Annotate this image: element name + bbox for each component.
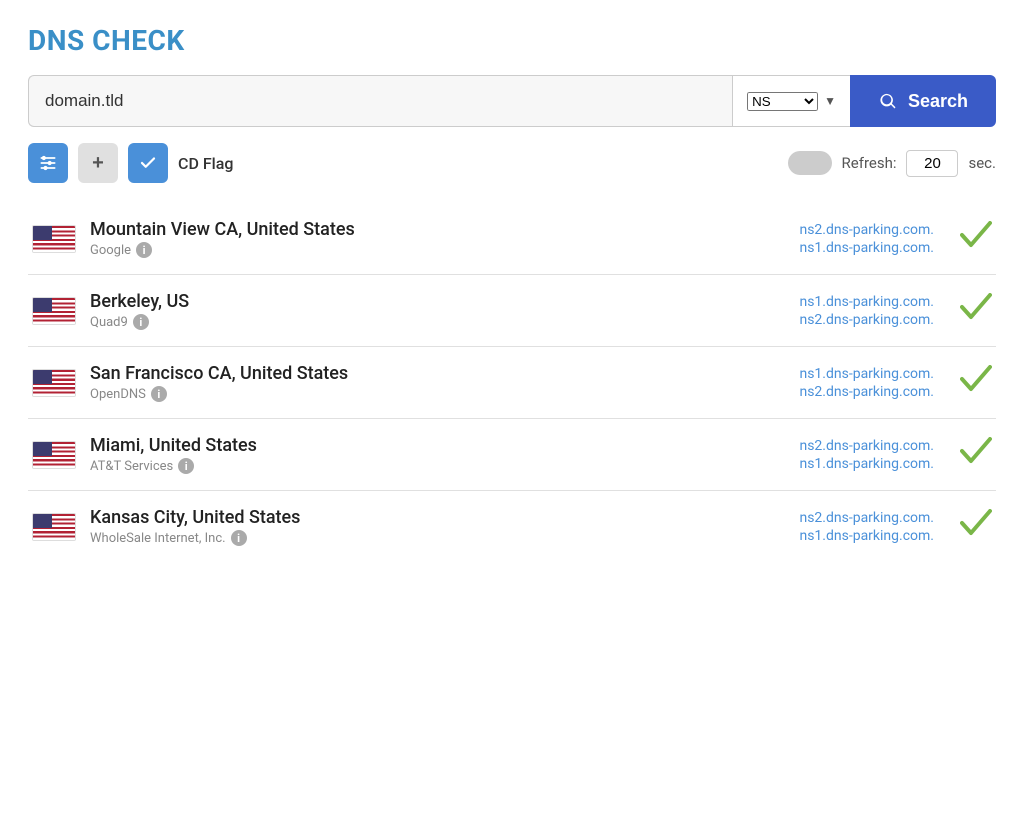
status-check-icon — [960, 365, 992, 400]
provider-name: AT&T Services — [90, 459, 173, 474]
provider-name: Quad9 — [90, 315, 128, 330]
search-icon — [878, 91, 898, 111]
ns-link[interactable]: ns2.dns-parking.com. — [799, 438, 934, 454]
info-icon[interactable]: i — [136, 242, 152, 258]
record-type-select[interactable]: A AAAA NS MX TXT CNAME SOA PTR — [747, 92, 818, 111]
record-type-wrapper: A AAAA NS MX TXT CNAME SOA PTR ▼ — [732, 75, 850, 127]
add-icon: + — [92, 152, 104, 175]
location-info: Miami, United States AT&T Services i — [90, 435, 720, 474]
info-icon[interactable]: i — [231, 530, 247, 546]
location-name: Mountain View CA, United States — [90, 219, 720, 240]
info-icon[interactable]: i — [178, 458, 194, 474]
cd-flag-toggle[interactable] — [128, 143, 168, 183]
add-button[interactable]: + — [78, 143, 118, 183]
domain-input[interactable] — [28, 75, 732, 127]
ns-records: ns1.dns-parking.com. ns2.dns-parking.com. — [734, 294, 934, 328]
info-icon[interactable]: i — [133, 314, 149, 330]
ns-link[interactable]: ns2.dns-parking.com. — [799, 222, 934, 238]
location-name: Kansas City, United States — [90, 507, 720, 528]
ns-link[interactable]: ns2.dns-parking.com. — [799, 312, 934, 328]
refresh-input[interactable] — [906, 150, 958, 177]
sliders-icon — [38, 153, 58, 173]
ns-link[interactable]: ns2.dns-parking.com. — [799, 384, 934, 400]
search-button-label: Search — [908, 91, 968, 112]
ns-records: ns2.dns-parking.com. ns1.dns-parking.com. — [734, 222, 934, 256]
ns-records: ns2.dns-parking.com. ns1.dns-parking.com. — [734, 438, 934, 472]
provider-line: AT&T Services i — [90, 458, 720, 474]
provider-line: Quad9 i — [90, 314, 720, 330]
ns-link[interactable]: ns1.dns-parking.com. — [799, 528, 934, 544]
location-name: San Francisco CA, United States — [90, 363, 720, 384]
provider-name: WholeSale Internet, Inc. — [90, 531, 226, 546]
ns-link[interactable]: ns1.dns-parking.com. — [799, 366, 934, 382]
ns-records: ns1.dns-parking.com. ns2.dns-parking.com. — [734, 366, 934, 400]
refresh-toggle[interactable] — [788, 151, 832, 175]
location-info: San Francisco CA, United States OpenDNS i — [90, 363, 720, 402]
status-check-icon — [960, 509, 992, 544]
ns-link[interactable]: ns1.dns-parking.com. — [799, 456, 934, 472]
ns-link[interactable]: ns2.dns-parking.com. — [799, 510, 934, 526]
provider-line: Googlei — [90, 242, 720, 258]
ns-records: ns2.dns-parking.com. ns1.dns-parking.com. — [734, 510, 934, 544]
us-flag-icon — [32, 513, 76, 541]
us-flag-icon — [32, 441, 76, 469]
location-name: Berkeley, US — [90, 291, 720, 312]
sec-label: sec. — [968, 154, 996, 172]
checkmark-icon — [139, 154, 157, 172]
result-row-2: San Francisco CA, United States OpenDNS i n… — [28, 347, 996, 419]
status-check-icon — [960, 293, 992, 328]
refresh-label: Refresh: — [842, 154, 897, 172]
toolbar: + CD Flag Refresh: sec. — [28, 143, 996, 183]
search-button[interactable]: Search — [850, 75, 996, 127]
chevron-down-icon: ▼ — [824, 94, 836, 108]
results-list: Mountain View CA, United StatesGoogleins… — [28, 203, 996, 562]
status-check-icon — [960, 221, 992, 256]
us-flag-icon — [32, 225, 76, 253]
result-row-0: Mountain View CA, United States Googlei ns… — [28, 203, 996, 275]
location-info: Mountain View CA, United States Googlei — [90, 219, 720, 258]
provider-line: WholeSale Internet, Inc. i — [90, 530, 720, 546]
provider-name: Google — [90, 243, 131, 258]
provider-line: OpenDNS i — [90, 386, 720, 402]
cd-flag-label: CD Flag — [178, 154, 233, 173]
filter-button[interactable] — [28, 143, 68, 183]
ns-link[interactable]: ns1.dns-parking.com. — [799, 240, 934, 256]
location-name: Miami, United States — [90, 435, 720, 456]
us-flag-icon — [32, 369, 76, 397]
info-icon[interactable]: i — [151, 386, 167, 402]
result-row-3: Miami, United States AT&T Services i ns2.dn… — [28, 419, 996, 491]
result-row-4: Kansas City, United States WholeSale Inte… — [28, 491, 996, 562]
page-title: DNS CHECK — [28, 24, 996, 57]
location-info: Berkeley, US Quad9 i — [90, 291, 720, 330]
provider-name: OpenDNS — [90, 387, 146, 402]
status-check-icon — [960, 437, 992, 472]
search-bar: A AAAA NS MX TXT CNAME SOA PTR ▼ Search — [28, 75, 996, 127]
result-row-1: Berkeley, USQuad9ins1.dns-parking.com.ns… — [28, 275, 996, 347]
location-info: Kansas City, United States WholeSale Inte… — [90, 507, 720, 546]
us-flag-icon — [32, 297, 76, 325]
ns-link[interactable]: ns1.dns-parking.com. — [799, 294, 934, 310]
